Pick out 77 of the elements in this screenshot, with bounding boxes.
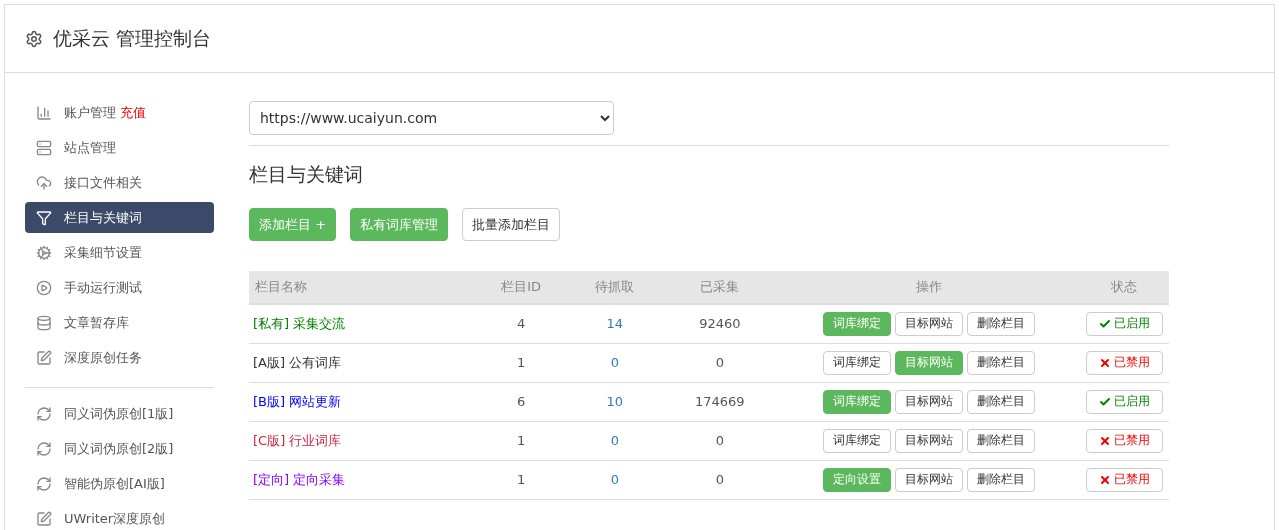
column-header: 栏目ID bbox=[474, 271, 569, 304]
gear-icon bbox=[36, 244, 52, 261]
check-icon bbox=[1098, 317, 1111, 330]
action-button[interactable]: 删除栏目 bbox=[967, 311, 1035, 336]
table-cell: [B版] 网站更新 bbox=[249, 382, 475, 421]
cross-icon bbox=[1098, 434, 1111, 447]
table-cell: 6 bbox=[474, 382, 569, 421]
status-button[interactable]: 已禁用 bbox=[1085, 467, 1163, 492]
column-header: 操作 bbox=[779, 271, 1079, 304]
sidebar-item[interactable]: 手动运行测试 bbox=[25, 272, 214, 303]
table-cell: 0 bbox=[661, 421, 779, 460]
table-cell: 0 bbox=[569, 343, 662, 382]
action-button[interactable]: 词库绑定 bbox=[823, 428, 891, 453]
sidebar-item[interactable]: 深度原创任务 bbox=[25, 342, 214, 373]
edit-icon bbox=[36, 510, 52, 527]
action-button[interactable]: 词库绑定 bbox=[823, 350, 891, 375]
status-button[interactable]: 已禁用 bbox=[1085, 428, 1163, 453]
table-cell: 0 bbox=[569, 421, 662, 460]
status-button[interactable]: 已禁用 bbox=[1085, 350, 1163, 375]
action-button[interactable]: 删除栏目 bbox=[967, 389, 1035, 414]
database-icon bbox=[36, 314, 52, 331]
app-title: 优采云 管理控制台 bbox=[53, 25, 212, 51]
column-header: 待抓取 bbox=[569, 271, 662, 304]
table-cell: 14 bbox=[569, 304, 662, 343]
status-button[interactable]: 已启用 bbox=[1085, 389, 1163, 414]
sidebar-item[interactable]: 智能伪原创[AI版] bbox=[25, 468, 214, 499]
action-button[interactable]: 删除栏目 bbox=[967, 350, 1035, 375]
sidebar-item[interactable]: 同义词伪原创[1版] bbox=[25, 398, 214, 429]
play-icon bbox=[36, 279, 52, 296]
sidebar-item[interactable]: 接口文件相关 bbox=[25, 167, 214, 198]
table-cell: 174669 bbox=[661, 382, 779, 421]
settings-icon bbox=[25, 29, 43, 48]
table-cell: [A版] 公有词库 bbox=[249, 343, 475, 382]
action-button[interactable]: 目标网站 bbox=[895, 467, 963, 492]
action-button[interactable]: 目标网站 bbox=[895, 389, 963, 414]
sidebar-item[interactable]: 站点管理 bbox=[25, 132, 214, 163]
cross-icon bbox=[1098, 356, 1111, 369]
toolbar-button[interactable]: 批量添加栏目 bbox=[462, 208, 561, 241]
sidebar-item[interactable]: 采集细节设置 bbox=[25, 237, 214, 268]
table-cell: [C版] 行业词库 bbox=[249, 421, 475, 460]
section-title: 栏目与关键词 bbox=[249, 162, 364, 187]
table-cell: 1 bbox=[474, 460, 569, 499]
refresh-icon bbox=[36, 475, 52, 492]
table-cell: 1 bbox=[474, 421, 569, 460]
action-button[interactable]: 删除栏目 bbox=[967, 428, 1035, 453]
sidebar-item[interactable]: 文章暂存库 bbox=[25, 307, 214, 338]
edit-icon bbox=[36, 349, 52, 366]
refresh-icon bbox=[36, 440, 52, 457]
table-cell: 92460 bbox=[661, 304, 779, 343]
bar-chart-icon bbox=[36, 104, 52, 121]
table-cell: 0 bbox=[569, 460, 662, 499]
site-select[interactable]: https://www.ucaiyun.com bbox=[249, 101, 614, 135]
action-button[interactable]: 目标网站 bbox=[895, 311, 963, 336]
table-cell: [定向] 定向采集 bbox=[249, 460, 475, 499]
table-cell: 10 bbox=[569, 382, 662, 421]
column-header: 已采集 bbox=[661, 271, 779, 304]
table-cell: 1 bbox=[474, 343, 569, 382]
column-header: 状态 bbox=[1079, 271, 1169, 304]
cloud-upload-icon bbox=[36, 174, 52, 191]
table-cell: 4 bbox=[474, 304, 569, 343]
table-cell: 0 bbox=[661, 343, 779, 382]
table-cell: 0 bbox=[661, 460, 779, 499]
status-button[interactable]: 已启用 bbox=[1085, 311, 1163, 336]
server-icon bbox=[36, 139, 52, 156]
action-button[interactable]: 删除栏目 bbox=[967, 467, 1035, 492]
check-icon bbox=[1098, 395, 1111, 408]
sidebar-item[interactable]: 栏目与关键词 bbox=[25, 202, 214, 233]
sidebar-item[interactable]: 同义词伪原创[2版] bbox=[25, 433, 214, 464]
recharge-link[interactable]: 充值 bbox=[120, 103, 146, 122]
sidebar-item[interactable]: UWriter深度原创 bbox=[25, 503, 214, 530]
sidebar-item[interactable]: 账户管理 充值 bbox=[25, 97, 214, 128]
cross-icon bbox=[1098, 473, 1111, 486]
table-cell: [私有] 采集交流 bbox=[249, 304, 475, 343]
column-header: 栏目名称 bbox=[249, 271, 475, 304]
filter-icon bbox=[36, 209, 52, 226]
refresh-icon bbox=[36, 405, 52, 422]
action-button[interactable]: 目标网站 bbox=[895, 428, 963, 453]
